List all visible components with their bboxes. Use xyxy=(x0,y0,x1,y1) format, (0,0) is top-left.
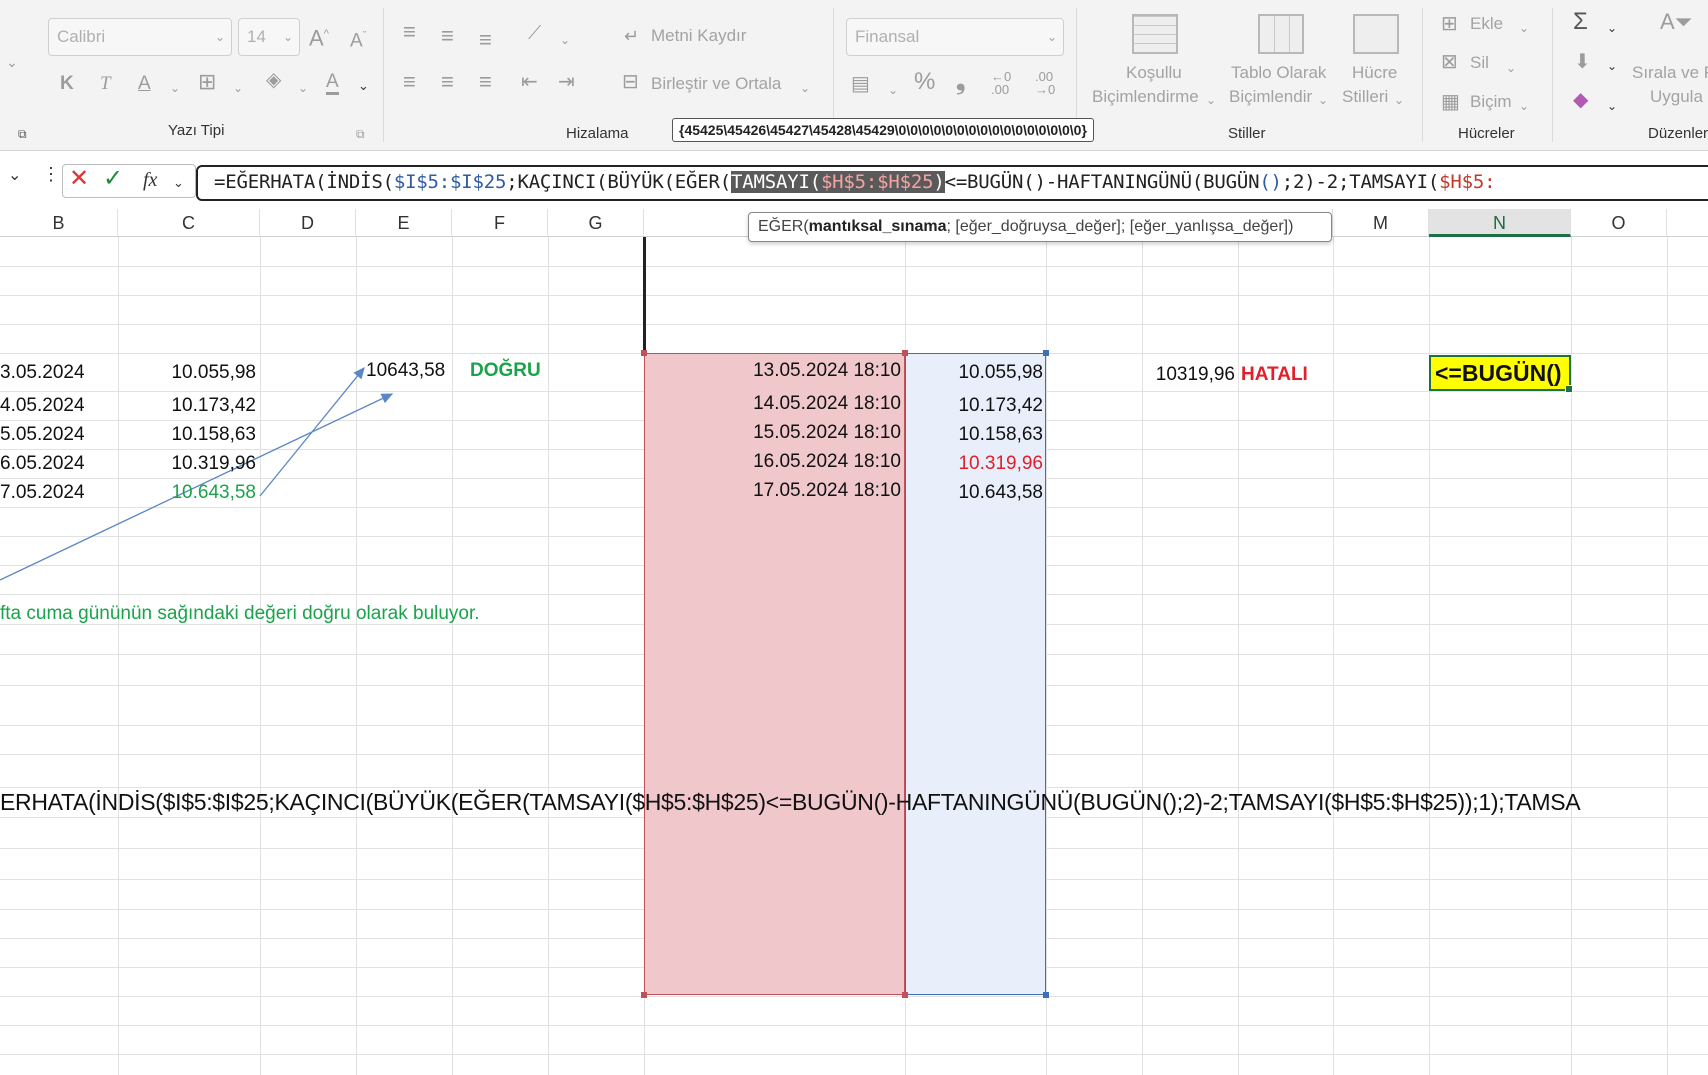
cell-h7[interactable]: 15.05.2024 18:10 xyxy=(646,421,901,445)
cell-e5[interactable]: 10643,58 xyxy=(366,359,445,383)
tooltip-current-arg: mantıksal_sınama xyxy=(808,218,947,235)
cell-i9[interactable]: 10.643,58 xyxy=(907,481,1043,505)
fill-handle[interactable] xyxy=(1565,385,1573,393)
cell-b8[interactable]: 6.05.2024 xyxy=(0,452,85,476)
cell-i5[interactable]: 10.055,98 xyxy=(907,361,1043,385)
cell-h8[interactable]: 16.05.2024 18:10 xyxy=(646,450,901,474)
cell-h5[interactable]: 13.05.2024 18:10 xyxy=(646,359,901,383)
formula-text-cell[interactable]: ERHATA(İNDİS($I$5:$I$25;KAÇINCI(BÜYÜK(EĞ… xyxy=(0,790,1581,814)
cell-c7[interactable]: 10.158,63 xyxy=(120,423,256,447)
cell-h6[interactable]: 14.05.2024 18:10 xyxy=(646,392,901,416)
cell-i7[interactable]: 10.158,63 xyxy=(907,423,1043,447)
annotation-arrows xyxy=(0,366,394,581)
cell-n5-selected[interactable]: <=BUGÜN() xyxy=(1429,355,1573,393)
note-text[interactable]: fta cuma gününün sağındaki değeri doğru … xyxy=(0,602,480,626)
function-argument-tooltip: EĞER(mantıksal_sınama; [eğer_doğruysa_de… xyxy=(748,212,1332,242)
tooltip-remaining-args: ; [eğer_doğruysa_değer]; [eğer_yanlışsa_… xyxy=(946,218,1294,235)
cell-n5-text: <=BUGÜN() xyxy=(1435,360,1562,386)
cell-i8[interactable]: 10.319,96 xyxy=(907,452,1043,476)
cell-k5[interactable]: 10319,96 xyxy=(1100,363,1235,387)
cell-c6[interactable]: 10.173,42 xyxy=(120,394,256,418)
cell-c5[interactable]: 10.055,98 xyxy=(120,361,256,385)
cell-b7[interactable]: 5.05.2024 xyxy=(0,423,85,447)
cell-c9[interactable]: 10.643,58 xyxy=(120,481,256,505)
cell-h9[interactable]: 17.05.2024 18:10 xyxy=(646,479,901,503)
cell-l5[interactable]: HATALI xyxy=(1241,363,1308,387)
cell-b6[interactable]: 4.05.2024 xyxy=(0,394,85,418)
cell-b5[interactable]: 3.05.2024 xyxy=(0,361,85,385)
cell-i6[interactable]: 10.173,42 xyxy=(907,394,1043,418)
cell-f5[interactable]: DOĞRU xyxy=(470,359,541,383)
cell-c8[interactable]: 10.319,96 xyxy=(120,452,256,476)
cell-b9[interactable]: 7.05.2024 xyxy=(0,481,85,505)
tooltip-function-name[interactable]: EĞER( xyxy=(758,218,809,235)
